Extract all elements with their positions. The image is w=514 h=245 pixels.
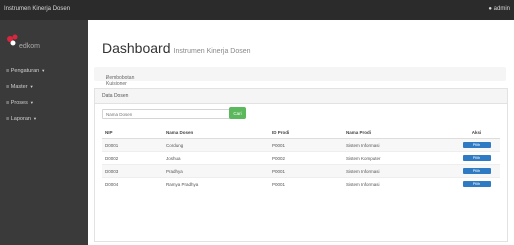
cell-aksi: Pilih — [453, 151, 500, 165]
page-title: Dashboard Instrumen Kinerja Dosen — [102, 40, 251, 56]
cell-nama-prodi: Sistem Informasi — [343, 164, 453, 178]
cell-nip: D0003 — [102, 164, 163, 178]
caret-down-icon: ▼ — [29, 100, 34, 105]
caret-down-icon: ▼ — [32, 116, 37, 121]
column-header-nama-dosen: Nama Dosen — [163, 126, 269, 139]
cell-nama-dosen: Ramya Pradhya — [163, 177, 269, 190]
table-row: D0002 Joshua P0002 Sistem Komputer Pilih — [102, 151, 500, 165]
sidebar-item-label: Laporan — [10, 116, 31, 122]
sidebar-item-label: Pengaturan — [10, 68, 40, 74]
search-button[interactable]: Cari — [229, 107, 246, 119]
column-header-nama-prodi: Nama Prodi — [343, 126, 453, 139]
cell-id-prodi: P0002 — [269, 151, 343, 165]
caret-down-icon: ▼ — [29, 84, 34, 89]
sidebar-item-laporan[interactable]: ≡ Laporan ▼ — [6, 116, 45, 132]
cell-nip: D0004 — [102, 177, 163, 190]
top-navbar: Instrumen Kinerja Dosen ● admin — [0, 0, 514, 20]
cell-id-prodi: P0001 — [269, 177, 343, 190]
table-row: D0001 Cordung P0001 Sistem Informasi Pil… — [102, 138, 500, 152]
dosen-table: NIP Nama Dosen ID Prodi Nama Prodi Aksi … — [102, 126, 500, 190]
table-row: D0004 Ramya Pradhya P0001 Sistem Informa… — [102, 177, 500, 190]
cell-aksi: Pilih — [453, 138, 500, 152]
cell-nama-prodi: Sistem Informasi — [343, 138, 453, 152]
sidebar-item-label: Master — [10, 84, 28, 90]
cell-aksi: Pilih — [453, 177, 500, 190]
search-input[interactable] — [102, 109, 232, 119]
main-content: Dashboard Instrumen Kinerja Dosen ⌂ Pembo… — [88, 20, 514, 245]
caret-down-icon: ▼ — [41, 68, 46, 73]
cell-nama-prodi: Sistem Informasi — [343, 177, 453, 190]
pilih-button[interactable]: Pilih — [462, 168, 491, 174]
user-name: admin — [493, 6, 510, 12]
panel-heading: Data Dosen — [95, 89, 507, 104]
logo: edkom — [6, 34, 46, 54]
column-header-nip: NIP — [102, 126, 163, 139]
cell-nama-dosen: Joshua — [163, 151, 269, 165]
user-menu[interactable]: ● admin — [488, 6, 510, 12]
column-header-id-prodi: ID Prodi — [269, 126, 343, 139]
cell-nama-prodi: Sistem Komputer — [343, 151, 453, 165]
cell-aksi: Pilih — [453, 164, 500, 178]
sidebar-nav: ≡ Pengaturan ▼ ≡ Master ▼ ≡ Proses ▼ ≡ Lapo… — [6, 68, 45, 132]
sidebar-item-proses[interactable]: ≡ Proses ▼ — [6, 100, 45, 116]
cell-nip: D0002 — [102, 151, 163, 165]
page-subtitle: Instrumen Kinerja Dosen — [173, 48, 251, 55]
cell-nama-dosen: Pradhya — [163, 164, 269, 178]
logo-text: edkom — [19, 43, 41, 50]
pilih-button[interactable]: Pilih — [462, 142, 491, 148]
sidebar-item-pengaturan[interactable]: ≡ Pengaturan ▼ — [6, 68, 45, 84]
breadcrumb: ⌂ Pembobotan Kuisioner — [94, 67, 506, 87]
cell-nama-dosen: Cordung — [163, 138, 269, 152]
sidebar-item-label: Proses — [10, 100, 28, 106]
table-row: D0003 Pradhya P0001 Sistem Informasi Pil… — [102, 164, 500, 178]
panel-heading-text: Data Dosen — [102, 93, 129, 99]
page-title-text: Dashboard — [102, 40, 171, 56]
sidebar-item-master[interactable]: ≡ Master ▼ — [6, 84, 45, 100]
data-panel: Data Dosen Cari NIP Nama Dosen ID Prodi … — [94, 88, 508, 242]
cell-id-prodi: P0001 — [269, 138, 343, 152]
pilih-button[interactable]: Pilih — [462, 155, 491, 161]
breadcrumb-label: Pembobotan Kuisioner — [106, 75, 135, 87]
cell-nip: D0001 — [102, 138, 163, 152]
table-header-row: NIP Nama Dosen ID Prodi Nama Prodi Aksi — [102, 126, 500, 139]
app-title[interactable]: Instrumen Kinerja Dosen — [4, 6, 70, 12]
pilih-button[interactable]: Pilih — [462, 181, 491, 187]
cell-id-prodi: P0001 — [269, 164, 343, 178]
sidebar: edkom ≡ Pengaturan ▼ ≡ Master ▼ ≡ Proses ▼ … — [0, 20, 88, 245]
column-header-aksi: Aksi — [453, 126, 500, 139]
